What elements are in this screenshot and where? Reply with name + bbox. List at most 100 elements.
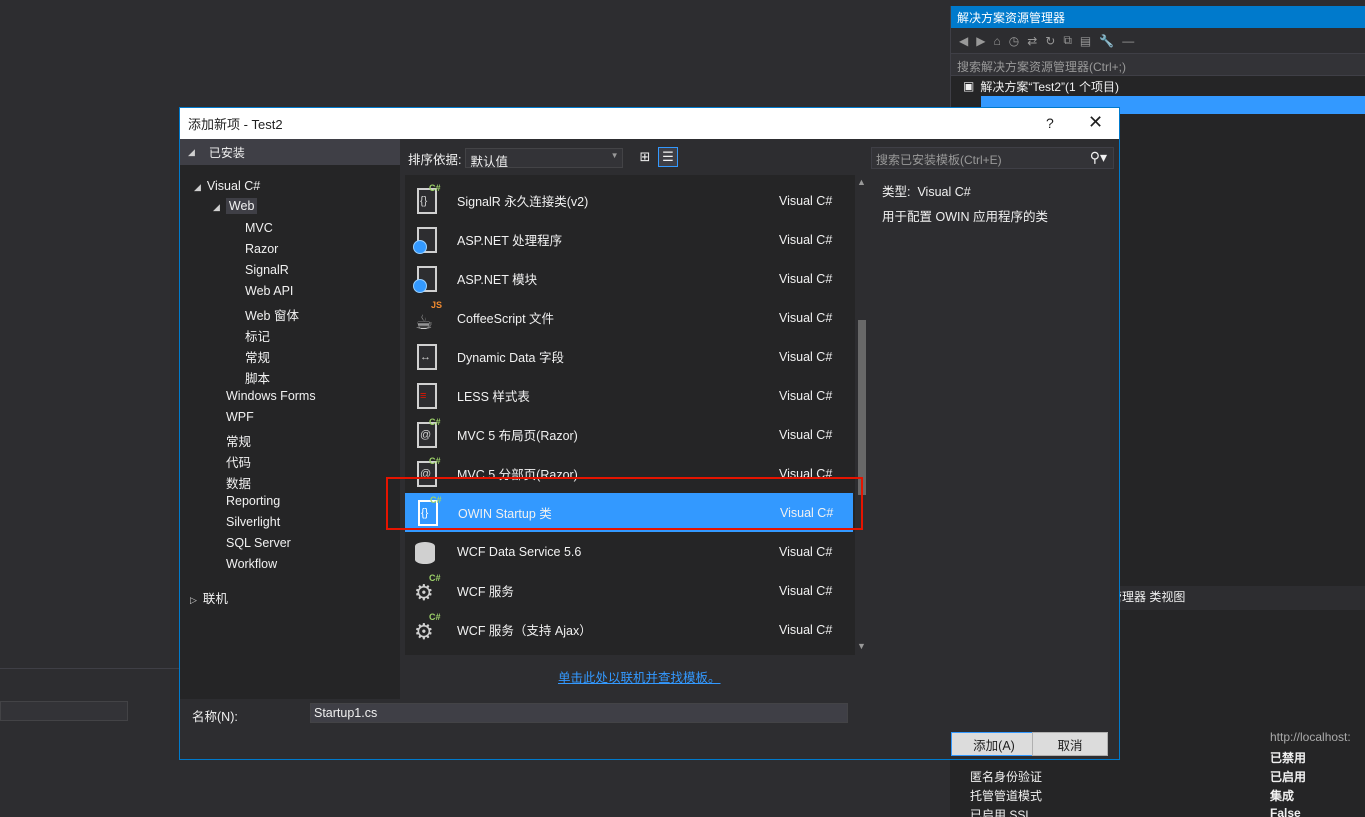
coffeescript-icon: ☕ JS [415, 299, 443, 334]
online-templates-link[interactable]: 单击此处以联机并查找模板。 [558, 667, 721, 686]
expand-icon: ◢ [213, 202, 220, 212]
tree-node-data[interactable]: 数据 [226, 473, 251, 492]
tree-node-general[interactable]: 常规 [245, 347, 270, 366]
data-service-icon [413, 536, 445, 568]
tree-node-silverlight[interactable]: Silverlight [226, 515, 280, 529]
template-item[interactable]: ASP.NET 模块 Visual C# [405, 259, 853, 298]
search-icon[interactable]: ⚲▾ [1090, 149, 1107, 166]
template-category-tree: ◢ 已安装 ◢ Visual C# ◢ Web MVC Razor SignalR … [180, 139, 400, 699]
template-description: 用于配置 OWIN 应用程序的类 [882, 210, 1048, 224]
grid-view-icon: ⊞ [639, 149, 651, 164]
template-item[interactable]: ⚙ C# WCF 服务 Visual C# [405, 571, 853, 610]
collapse-icon[interactable]: ⧉ [1063, 33, 1072, 48]
template-item[interactable]: C# @ MVC 5 布局页(Razor) Visual C# [405, 415, 853, 454]
pin-icon[interactable]: — [1122, 34, 1134, 48]
add-new-item-dialog: 添加新项 - Test2 ? ✕ ◢ 已安装 ◢ Visual C# ◢ Web M… [179, 107, 1120, 760]
property-row[interactable]: 匿名身份验证 已启用 [970, 768, 1365, 787]
sync-icon[interactable]: ⇄ [1027, 34, 1037, 48]
template-item[interactable]: WCF Data Service 5.6 Visual C# [405, 532, 853, 571]
tree-node-reporting[interactable]: Reporting [226, 494, 280, 508]
cs-class-icon: C#{} [414, 495, 446, 529]
sort-label: 排序依据: [408, 152, 462, 167]
show-all-icon[interactable]: ▤ [1080, 34, 1091, 48]
tree-node-wpf[interactable]: WPF [226, 410, 254, 424]
help-button[interactable]: ? [1046, 115, 1054, 131]
template-item[interactable]: ≡ LESS 样式表 Visual C# [405, 376, 853, 415]
tree-node-razor[interactable]: Razor [245, 242, 278, 256]
template-type: 类型: Visual C# [882, 185, 971, 199]
close-button[interactable]: ✕ [1088, 112, 1103, 133]
dialog-title: 添加新项 - Test2 [188, 117, 283, 132]
cs-class-icon: C#{} [413, 183, 445, 217]
expand-icon: ◢ [194, 182, 201, 192]
razor-partial-icon: C# @ [413, 456, 445, 490]
tree-node-visual-csharp[interactable]: ◢ Visual C# [194, 179, 260, 193]
template-search-input[interactable]: 搜索已安装模板(Ctrl+E) ⚲▾ [871, 147, 1114, 169]
scroll-down-icon[interactable]: ▼ [857, 641, 866, 651]
name-field[interactable] [310, 703, 848, 723]
tree-node-web[interactable]: ◢ Web [213, 198, 258, 214]
solution-label: 解决方案“Test2”(1 个项目) [980, 79, 1120, 94]
name-label: 名称(N): [192, 710, 238, 724]
solution-explorer-toolbar: ◀ ▶ ⌂ ◷ ⇄ ↻ ⧉ ▤ 🔧 — [951, 28, 1365, 54]
wcf-service-icon: ⚙ C# [414, 572, 441, 605]
template-details: 类型: Visual C# 用于配置 OWIN 应用程序的类 [872, 175, 1114, 695]
less-icon: ≡ [413, 380, 445, 412]
template-list-scrollbar[interactable]: ▲ ▼ [855, 175, 869, 655]
history-icon[interactable]: ◷ [1009, 34, 1019, 48]
dialog-titlebar: 添加新项 - Test2 ? ✕ [180, 108, 1119, 139]
explorer-tabs[interactable]: 管理器 类视图 [1110, 588, 1185, 605]
tree-node-web-forms[interactable]: Web 窗体 [245, 305, 299, 324]
aspnet-handler-icon [413, 224, 445, 256]
template-item[interactable]: C#{} SignalR 永久连接类(v2) Visual C# [405, 181, 853, 220]
property-row[interactable]: 已启用 SSL False [970, 806, 1365, 817]
property-row[interactable]: 托管管道模式 集成 [970, 787, 1365, 806]
solution-explorer-title: 解决方案资源管理器 [951, 6, 1365, 28]
collapsed-icon: ▷ [190, 595, 197, 605]
template-item[interactable]: ⚙ C# WCF 服务（支持 Ajax） Visual C# [405, 610, 853, 649]
sort-bar: 排序依据: 默认值 ▼ [408, 148, 624, 169]
back-icon[interactable]: ◀ [959, 34, 968, 48]
refresh-icon[interactable]: ↻ [1045, 34, 1055, 48]
tree-node-signalr[interactable]: SignalR [245, 263, 289, 277]
tree-node-sql-server[interactable]: SQL Server [226, 536, 291, 550]
tree-node-markup[interactable]: 标记 [245, 326, 270, 345]
aspnet-module-icon [413, 263, 445, 295]
tree-node-code[interactable]: 代码 [226, 452, 251, 471]
tree-node-mvc[interactable]: MVC [245, 221, 273, 235]
forward-icon[interactable]: ▶ [976, 34, 985, 48]
dropdown-arrow-icon: ▼ [610, 151, 619, 160]
dynamic-data-icon: ↔ [413, 341, 445, 373]
wcf-ajax-icon: ⚙ C# [414, 611, 441, 644]
tree-node-online[interactable]: ▷ 联机 [190, 588, 228, 607]
list-view-button[interactable]: ☰ [658, 147, 678, 167]
template-item[interactable]: ☕ JS CoffeeScript 文件 Visual C# [405, 298, 853, 337]
tree-node-workflow[interactable]: Workflow [226, 557, 277, 571]
wrench-icon[interactable]: 🔧 [1099, 34, 1114, 48]
installed-header[interactable]: ◢ 已安装 [180, 139, 400, 165]
tree-node-general-2[interactable]: 常规 [226, 431, 251, 450]
template-item[interactable]: ↔ Dynamic Data 字段 Visual C# [405, 337, 853, 376]
tree-node-web-api[interactable]: Web API [245, 284, 293, 298]
grid-view-button[interactable]: ⊞ [635, 147, 655, 167]
solution-search-input[interactable]: 搜索解决方案资源管理器(Ctrl+;) [951, 54, 1365, 76]
add-button[interactable]: 添加(A) [951, 732, 1037, 756]
scroll-up-icon[interactable]: ▲ [857, 177, 866, 187]
sort-select[interactable]: 默认值 ▼ [465, 148, 624, 169]
url-value: http://localhost: [1270, 730, 1351, 744]
tree-node-windows-forms[interactable]: Windows Forms [226, 389, 316, 403]
expand-icon: ◢ [188, 146, 195, 157]
solution-icon: ▣ [963, 79, 975, 93]
razor-layout-icon: C# @ [413, 417, 445, 451]
tree-node-script[interactable]: 脚本 [245, 368, 270, 387]
solution-node[interactable]: ▣ 解决方案“Test2”(1 个项目) [951, 76, 1365, 96]
output-panel [0, 668, 180, 817]
template-item[interactable]: ASP.NET 处理程序 Visual C# [405, 220, 853, 259]
cancel-button[interactable]: 取消 [1032, 732, 1108, 756]
template-list: C#{} SignalR 永久连接类(v2) Visual C# ASP.NET… [405, 175, 869, 655]
scroll-thumb[interactable] [858, 320, 866, 495]
template-item[interactable]: C# @ MVC 5 分部页(Razor) Visual C# [405, 454, 853, 493]
template-item-selected[interactable]: C#{} OWIN Startup 类 Visual C# [405, 493, 853, 532]
output-source-select[interactable] [0, 701, 128, 721]
home-icon[interactable]: ⌂ [993, 34, 1000, 48]
